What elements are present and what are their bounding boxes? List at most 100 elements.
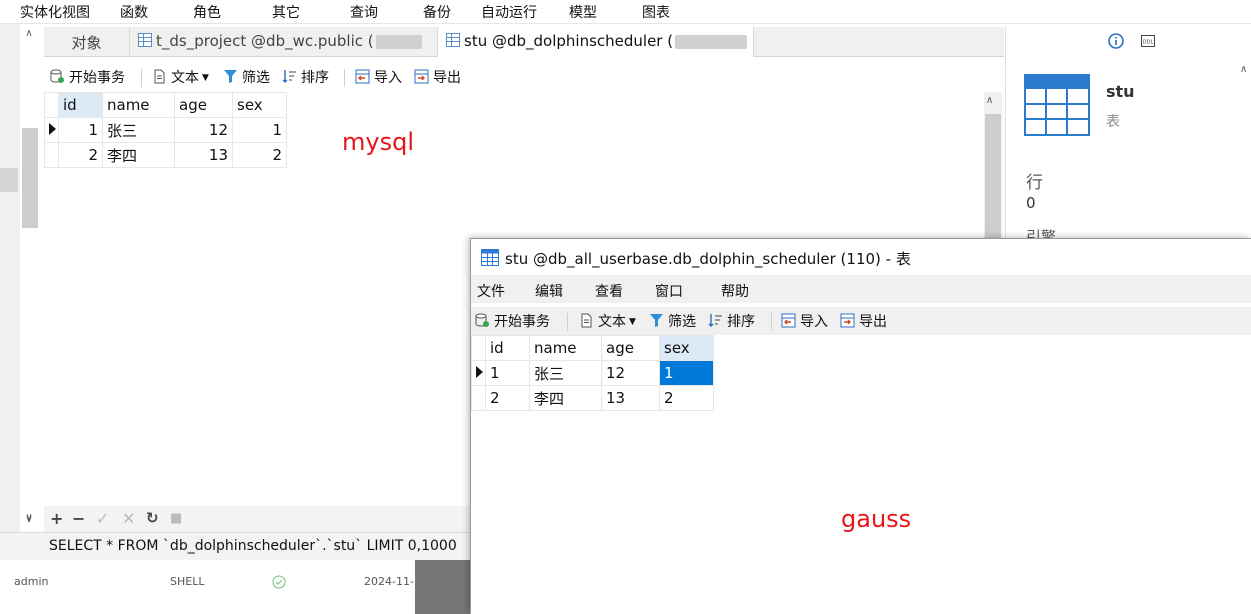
toolbar-divider (141, 69, 142, 87)
column-header-name[interactable]: name (529, 335, 602, 361)
background-window-strip (415, 560, 470, 614)
cell-name[interactable]: 张三 (102, 117, 175, 143)
cell-id[interactable]: 2 (58, 142, 103, 168)
chevron-down-icon: ▼ (629, 317, 636, 327)
gauss-toolbar: 开始事务 文本 ▼ 筛选 排序 导入 导出 (471, 307, 1251, 335)
menu-automation[interactable]: 自动运行 (481, 2, 537, 22)
row-pointer-icon (476, 366, 483, 378)
column-header-sex[interactable]: sex (232, 92, 287, 118)
discard-changes-icon[interactable]: ✕ (122, 509, 135, 528)
menu-window[interactable]: 窗口 (655, 281, 683, 301)
cell-name[interactable]: 李四 (529, 385, 602, 411)
column-header-sex[interactable]: sex (659, 335, 714, 361)
tab-stu-mysql[interactable]: stu @db_dolphinscheduler ( (438, 27, 754, 57)
export-label: 导出 (433, 70, 461, 86)
menu-roles[interactable]: 角色 (193, 2, 221, 22)
cell-id[interactable]: 1 (58, 117, 103, 143)
cell-sex[interactable]: 2 (232, 142, 287, 168)
cell-age[interactable]: 13 (601, 385, 660, 411)
tab-t-ds-project[interactable]: t_ds_project @db_wc.public ( (130, 27, 438, 57)
sort-button[interactable]: 排序 (282, 67, 329, 87)
export-button[interactable]: 导出 (414, 67, 461, 87)
table-row[interactable]: 1 张三 12 1 (44, 117, 287, 143)
import-button[interactable]: 导入 (781, 311, 828, 331)
apply-changes-icon[interactable]: ✓ (96, 509, 109, 528)
menu-view[interactable]: 查看 (595, 281, 623, 301)
menu-file[interactable]: 文件 (477, 281, 505, 301)
cell-id[interactable]: 2 (485, 385, 530, 411)
gauss-table-window: stu @db_all_userbase.db_dolphin_schedule… (470, 238, 1251, 614)
stop-icon[interactable]: ■ (170, 511, 182, 526)
object-info-panel: DDL stu 表 行 0 引擎 (1005, 27, 1251, 238)
table-header-row: id name age sex (44, 92, 287, 118)
menu-materialized-view[interactable]: 实体化视图 (20, 2, 90, 22)
column-header-age[interactable]: age (601, 335, 660, 361)
ddl-icon[interactable]: DDL (1141, 35, 1155, 47)
cell-id[interactable]: 1 (485, 360, 530, 386)
begin-transaction-button[interactable]: 开始事务 (475, 311, 550, 331)
menu-functions[interactable]: 函数 (120, 2, 148, 22)
cell-age[interactable]: 12 (174, 117, 233, 143)
import-icon (355, 69, 370, 84)
add-record-icon[interactable]: + (50, 509, 63, 528)
top-menubar: 实体化视图 函数 角色 其它 查询 备份 自动运行 模型 图表 (0, 0, 1251, 24)
table-row[interactable]: 2 李四 13 2 (44, 142, 287, 168)
sort-button[interactable]: 排序 (708, 311, 755, 331)
text-label: 文本 (171, 70, 199, 86)
export-button[interactable]: 导出 (840, 311, 887, 331)
scroll-up-icon[interactable]: ∧ (22, 28, 36, 42)
info-icon[interactable] (1108, 33, 1124, 49)
table-header-row: id name age sex (471, 335, 714, 361)
toolbar-divider (771, 313, 772, 331)
delete-record-icon[interactable]: − (72, 509, 85, 528)
menu-model[interactable]: 模型 (569, 2, 597, 22)
menu-query[interactable]: 查询 (350, 2, 378, 22)
tab-objects[interactable]: 对象 (44, 27, 130, 57)
menu-backup[interactable]: 备份 (423, 2, 451, 22)
task-date: 2024-11- (364, 575, 414, 588)
cell-sex[interactable]: 1 (232, 117, 287, 143)
sort-icon (282, 70, 296, 83)
column-header-id[interactable]: id (58, 92, 103, 118)
filter-icon (650, 314, 663, 327)
menu-others[interactable]: 其它 (272, 2, 300, 22)
left-sidebar-marker (0, 168, 18, 192)
record-navigation-bar: + − ✓ ✕ ↻ ■ (44, 506, 470, 532)
refresh-icon[interactable]: ↻ (146, 509, 159, 527)
table-row[interactable]: 1 张三 12 1 (471, 360, 714, 386)
cell-name[interactable]: 李四 (102, 142, 175, 168)
left-scrollbar-thumb[interactable] (22, 128, 38, 228)
scroll-down-icon[interactable]: ∨ (25, 512, 33, 525)
redacted-block (375, 34, 422, 49)
gauss-window-titlebar[interactable]: stu @db_all_userbase.db_dolphin_schedule… (471, 239, 1251, 275)
task-user: admin (14, 575, 49, 588)
menu-chart[interactable]: 图表 (642, 2, 670, 22)
text-button[interactable]: 文本 ▼ (152, 67, 209, 87)
filter-label: 筛选 (242, 70, 270, 86)
filter-icon (224, 70, 237, 83)
scroll-up-icon[interactable]: ∧ (1240, 64, 1247, 75)
menu-edit[interactable]: 编辑 (535, 281, 563, 301)
document-icon (154, 69, 165, 84)
toolbar-divider (344, 69, 345, 87)
cell-age[interactable]: 13 (174, 142, 233, 168)
menu-help[interactable]: 帮助 (721, 281, 749, 301)
rows-value: 0 (1026, 194, 1036, 212)
table-icon (481, 249, 499, 266)
column-header-name[interactable]: name (102, 92, 175, 118)
begin-transaction-button[interactable]: 开始事务 (50, 67, 125, 87)
tab-bar: 对象 t_ds_project @db_wc.public ( stu @db_… (44, 27, 1004, 57)
cell-age[interactable]: 12 (601, 360, 660, 386)
cell-sex[interactable]: 2 (659, 385, 714, 411)
column-header-id[interactable]: id (485, 335, 530, 361)
import-button[interactable]: 导入 (355, 67, 402, 87)
cell-name[interactable]: 张三 (529, 360, 602, 386)
column-header-age[interactable]: age (174, 92, 233, 118)
scroll-up-icon[interactable]: ∧ (986, 95, 993, 106)
cell-sex-selected[interactable]: 1 (659, 360, 714, 386)
text-button[interactable]: 文本 ▼ (579, 311, 636, 331)
filter-button[interactable]: 筛选 (649, 311, 696, 331)
filter-button[interactable]: 筛选 (223, 67, 270, 87)
mysql-toolbar: 开始事务 文本 ▼ 筛选 排序 导入 导出 (44, 63, 984, 91)
table-row[interactable]: 2 李四 13 2 (471, 385, 714, 411)
